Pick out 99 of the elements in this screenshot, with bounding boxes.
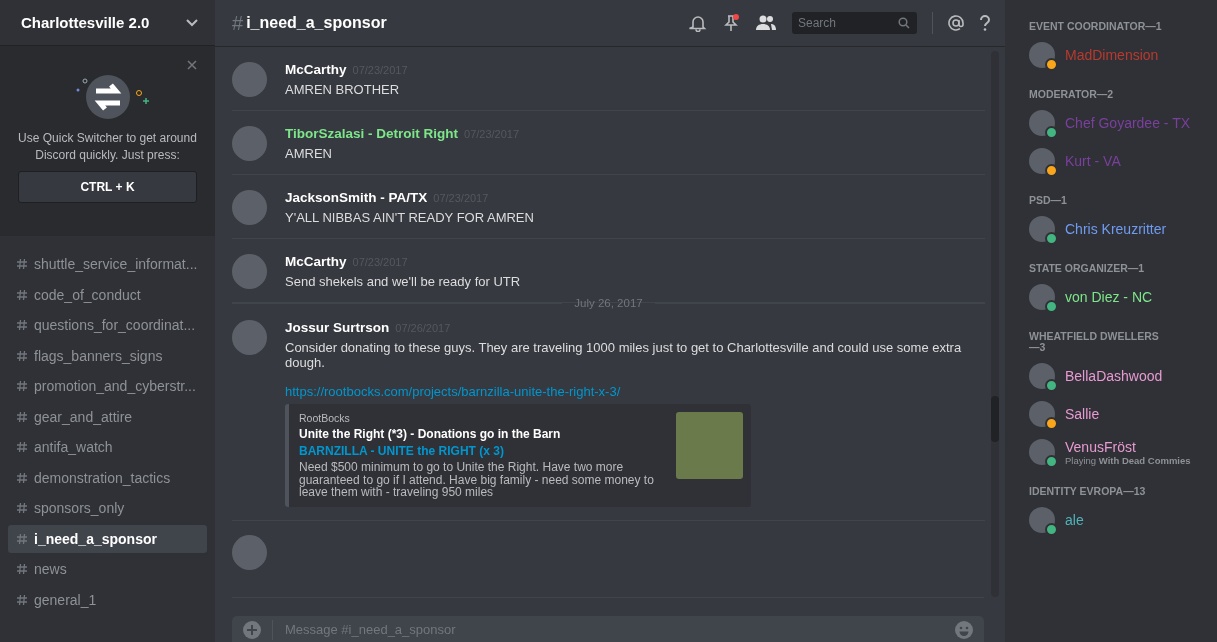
close-icon[interactable] — [187, 60, 197, 70]
emoji-icon[interactable] — [954, 619, 974, 640]
server-name: Charlottesville 2.0 — [21, 14, 150, 31]
role-heading: MODERATOR—2 — [1029, 89, 1115, 100]
photo-placeholder — [676, 412, 743, 479]
member-name: Chris Kreuzritter — [1065, 221, 1167, 237]
channel-name: gear_and_attire — [34, 408, 133, 425]
mention-icon[interactable] — [948, 15, 964, 31]
avatar[interactable] — [232, 126, 267, 161]
channel-item[interactable]: questions_for_coordinat... — [8, 311, 207, 339]
avatar[interactable] — [232, 254, 267, 289]
message-text: AMREN — [285, 146, 333, 161]
channel-title: i_need_a_sponsor — [246, 14, 387, 32]
embed-link[interactable]: BARNZILLA - UNITE the RIGHT (x 3) — [299, 444, 666, 458]
avatar[interactable] — [232, 62, 267, 97]
hash-icon — [16, 441, 28, 453]
username[interactable]: McCarthy — [285, 254, 347, 269]
chevron-down-icon — [186, 18, 198, 27]
search-field[interactable]: Search — [792, 12, 917, 34]
channel-item[interactable]: antifa_watch — [8, 433, 207, 461]
hash-icon: # — [232, 11, 244, 35]
channel-item[interactable]: news — [8, 555, 207, 583]
username[interactable]: Jossur Surtrson — [285, 320, 390, 335]
hash-icon — [16, 288, 28, 301]
channel-name: i_need_a_sponsor — [34, 530, 157, 547]
hash-icon — [16, 319, 28, 331]
member-name: VenusFröst — [1065, 438, 1137, 455]
member-item[interactable]: Sallie — [1029, 400, 1207, 428]
channel-item[interactable]: promotion_and_cyberstr... — [8, 372, 207, 400]
channel-name: questions_for_coordinat... — [34, 317, 196, 333]
member-name: von Diez - NC — [1065, 289, 1153, 305]
channel-name: demonstration_tactics — [34, 469, 171, 486]
embed-title: Unite the Right (*3) - Donations go in the Barn — [299, 427, 562, 441]
username[interactable]: TiborSzalasi - Detroit Right — [285, 126, 458, 141]
member-item[interactable]: MadDimension — [1029, 41, 1207, 69]
activity-status: Playing With Dead Commies — [1065, 454, 1191, 466]
plus-icon[interactable] — [242, 619, 262, 640]
hash-icon — [16, 471, 28, 484]
member-item[interactable]: Chris Kreuzritter — [1029, 215, 1207, 243]
channel-name: shuttle_service_informat... — [34, 256, 198, 272]
role-heading: IDENTITY EVROPA—13 — [1029, 486, 1147, 497]
help-icon[interactable] — [979, 15, 991, 31]
avatar[interactable] — [232, 534, 267, 570]
username[interactable]: McCarthy — [285, 62, 347, 77]
hash-icon — [16, 258, 28, 270]
message-text: Send shekels and we'll be ready for UTR — [285, 274, 522, 289]
shortcut-button[interactable]: CTRL + K — [18, 171, 197, 203]
hash-icon — [16, 532, 28, 545]
pin-icon[interactable] — [722, 14, 740, 32]
member-name: Sallie — [1065, 406, 1100, 422]
avatar[interactable] — [232, 190, 267, 225]
date-divider: July 26, 2017 — [574, 297, 643, 309]
channel-item[interactable]: gear_and_attire — [8, 402, 207, 431]
member-name: ale — [1065, 512, 1084, 528]
quick-switcher-hint: Use Quick Switcher to get around Discord quickly. Just press: — [17, 130, 198, 164]
role-heading: EVENT COORDINATOR—1 — [1029, 21, 1163, 32]
member-name: BellaDashwood — [1065, 368, 1163, 384]
avatar[interactable] — [232, 320, 267, 355]
channel-item[interactable]: i_need_a_sponsor — [8, 524, 207, 553]
channel-item[interactable]: shuttle_service_informat... — [8, 250, 207, 278]
role-heading: WHEATFIELD DWELLERS—3 — [1029, 331, 1160, 353]
search-icon — [898, 17, 910, 29]
role-heading: PSD—1 — [1029, 195, 1068, 206]
channel-item[interactable]: flags_banners_signs — [8, 341, 207, 370]
member-name: Kurt - VA — [1065, 153, 1121, 169]
channel-name: news — [34, 561, 67, 577]
hash-icon — [16, 380, 28, 392]
channel-item[interactable]: code_of_conduct — [8, 280, 207, 309]
message-text: Consider donating to these guys. They are traveling 1000 miles just to get to Charlottesville and could use some extra dough. — [285, 340, 963, 370]
hash-icon — [16, 502, 28, 514]
bell-icon[interactable] — [689, 14, 707, 32]
member-item[interactable]: BellaDashwood — [1029, 362, 1207, 390]
embed-provider: RootBocks — [299, 412, 351, 424]
message-text: Y'ALL NIBBAS AIN'T READY FOR AMREN — [285, 210, 535, 225]
member-item[interactable]: ale — [1029, 506, 1207, 534]
member-name: Chef Goyardee - TX — [1065, 115, 1191, 131]
role-heading: STATE ORGANIZER—1 — [1029, 263, 1146, 274]
embed-description: Need $500 minimum to go to Unite the Right. Have two more guaranteed to go if I attend. Have big family - need some money to leave them with - traveling 950 miles — [299, 461, 655, 499]
member-item[interactable]: VenusFröst Playing With Dead Commies — [1029, 438, 1207, 466]
channel-name: flags_banners_signs — [34, 347, 163, 364]
channel-name: code_of_conduct — [34, 286, 141, 303]
hash-icon — [16, 410, 28, 423]
username[interactable]: JacksonSmith - PA/TX — [285, 190, 428, 205]
message-text: AMREN BROTHER — [285, 82, 401, 97]
hash-icon — [16, 563, 28, 575]
channel-name: general_1 — [34, 591, 97, 608]
scrollbar-thumb[interactable] — [991, 396, 999, 442]
channel-name: antifa_watch — [34, 439, 113, 455]
channel-item[interactable]: sponsors_only — [8, 494, 207, 522]
message-link[interactable]: https://rootbocks.com/projects/barnzilla-unite-the-right-x-3/ — [285, 384, 985, 399]
member-name: MadDimension — [1065, 47, 1159, 63]
members-icon[interactable] — [755, 15, 777, 31]
hash-icon — [16, 593, 28, 606]
channel-name: sponsors_only — [34, 500, 125, 516]
channel-item[interactable]: general_1 — [8, 585, 207, 614]
channel-name: promotion_and_cyberstr... — [34, 378, 196, 394]
hash-icon — [16, 349, 28, 362]
member-item[interactable]: von Diez - NC — [1029, 283, 1207, 311]
channel-item[interactable]: demonstration_tactics — [8, 463, 207, 492]
